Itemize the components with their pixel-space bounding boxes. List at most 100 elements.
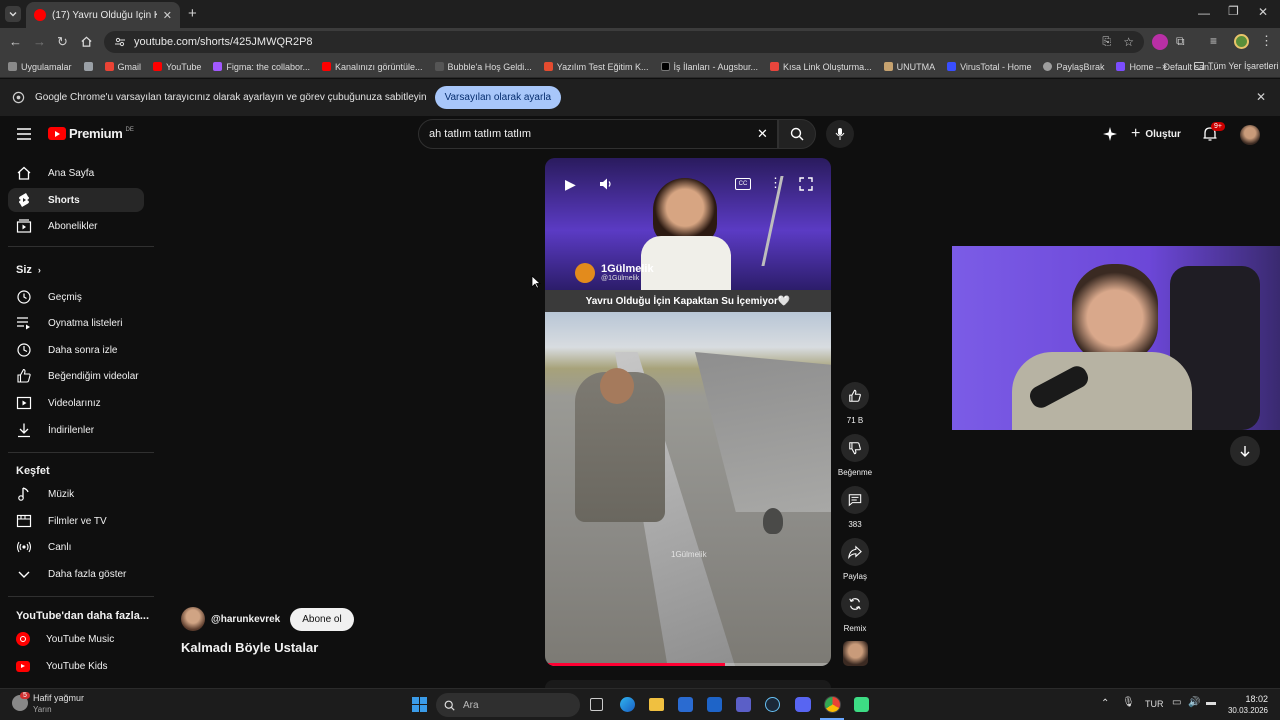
edge-icon[interactable] [620,697,635,712]
captions-icon[interactable]: CC [735,178,751,190]
progress-track[interactable] [545,663,831,666]
sidebar-show-more[interactable]: Daha fazla göster [8,562,144,586]
chevron-up-icon[interactable]: ⌃ [1101,698,1109,709]
sound-thumbnail[interactable] [843,641,868,666]
bookmark-item[interactable]: Bubble'a Hoş Geldi... [434,62,532,72]
store-icon[interactable] [678,697,693,712]
network-icon[interactable]: ▭ [1172,697,1181,708]
bookmark-item[interactable]: İş İlanları - Augsbur... [660,62,758,72]
window-close-icon[interactable]: ✕ [1258,5,1268,19]
notifications-button[interactable]: 9+ [1203,122,1225,145]
clock-time[interactable]: 18:02 [1230,694,1268,704]
infobar-close-icon[interactable]: ✕ [1256,90,1266,104]
bookmark-item[interactable]: Yazılım Test Eğitim K... [543,62,649,72]
close-icon[interactable]: ✕ [163,9,172,22]
fullscreen-button[interactable] [799,177,813,194]
media-control-icon[interactable]: ≡ [1210,34,1217,48]
like-button[interactable] [841,382,869,410]
dislike-button[interactable] [841,434,869,462]
discord-icon[interactable] [795,697,811,712]
shorts-player[interactable]: 1Gülmelik @1Gülmelik Yavru Olduğu İçin K… [545,158,831,666]
sidebar-item-live[interactable]: Canlı [8,535,144,559]
sidebar-item-home[interactable]: Ana Sayfa [8,161,144,185]
microphone-tray-icon[interactable]: 🎙 [1122,697,1135,708]
more-options-icon[interactable]: ⋮ [769,175,782,191]
menu-kebab-icon[interactable]: ⋮ [1260,33,1273,49]
extension-icon[interactable] [1152,34,1168,50]
share-button[interactable] [841,538,869,566]
bookmark-item[interactable]: Uygulamalar [8,62,72,72]
speaker-icon[interactable]: 🔊 [1188,697,1200,708]
account-avatar[interactable] [1240,125,1260,145]
bookmark-item[interactable]: Figma: the collabor... [213,62,310,72]
remix-button[interactable] [841,590,869,618]
create-button[interactable]: + Oluştur [1131,125,1181,143]
profile-avatar[interactable] [1234,34,1249,49]
sidebar-item-shorts[interactable]: Shorts [8,188,144,212]
taskbar-search[interactable]: Ara [436,693,580,717]
minimize-icon[interactable]: — [1198,6,1210,20]
bookmark-item[interactable]: UNUTMA [883,62,935,72]
subscribe-button[interactable]: Abone ol [290,607,354,631]
sidebar-item-downloads[interactable]: İndirilenler [8,418,144,442]
next-short-button[interactable] [1230,436,1260,466]
bookmark-item[interactable] [83,62,93,71]
comments-button[interactable] [841,486,869,514]
back-icon[interactable]: ← [9,34,22,49]
restore-icon[interactable]: ❐ [1228,4,1239,18]
sidebar-item-your-videos[interactable]: Videolarınız [8,391,144,415]
bookmark-item[interactable]: PaylaşBırak [1043,62,1104,72]
bookmark-item[interactable]: Gmail [104,62,141,72]
bookmark-item[interactable]: Kısa Link Oluşturma... [770,62,872,72]
bookmark-item[interactable]: YouTube [153,62,201,72]
bookmark-star-icon[interactable]: ☆ [1123,35,1134,49]
voice-search-button[interactable] [826,120,854,148]
clock-date[interactable]: 30.03.2026 [1226,706,1268,715]
extensions-puzzle-icon[interactable]: ⧉ [1176,34,1185,49]
volume-button[interactable] [599,177,613,194]
home-button[interactable] [80,35,93,51]
start-button[interactable] [412,697,427,712]
prev-short-title[interactable]: Kalmadı Böyle Ustalar [181,640,318,655]
channel-avatar[interactable] [181,607,205,631]
tab-search-button[interactable] [5,6,21,22]
search-button[interactable] [778,119,816,149]
youtube-logo[interactable]: Premium DE [48,126,134,141]
sidebar-item-liked-videos[interactable]: Beğendiğim videolar [8,364,144,388]
sidebar-item-films[interactable]: Filmler ve TV [8,509,144,533]
steam-icon[interactable] [765,697,780,712]
input-language[interactable]: TUR [1145,699,1164,709]
set-default-button[interactable]: Varsayılan olarak ayarla [434,86,562,109]
outlook-icon[interactable] [707,697,722,712]
sidebar-item-youtube-music[interactable]: YouTube Music [8,627,144,651]
gemini-button[interactable] [1103,127,1117,144]
bookmark-item[interactable]: VirusTotal - Home [947,62,1031,72]
android-app-icon[interactable] [854,697,869,712]
play-icon[interactable]: ▶ [565,176,576,193]
site-info-icon[interactable] [114,36,126,48]
chrome-taskbar-icon[interactable] [824,696,841,713]
bookmarks-overflow-button[interactable]: » [1162,61,1167,71]
reload-icon[interactable]: ↻ [57,34,68,50]
all-bookmarks-button[interactable]: Tüm Yer İşaretleri [1194,61,1279,71]
sidebar-item-music[interactable]: Müzik [8,482,144,506]
battery-icon[interactable]: ▬ [1206,697,1216,708]
file-explorer-icon[interactable] [649,698,664,711]
sidebar-item-playlists[interactable]: Oynatma listeleri [8,311,144,335]
sidebar-item-watch-later[interactable]: Daha sonra izle [8,338,144,362]
browser-tab-active[interactable]: (17) Yavru Olduğu İçin Kapaktan Su İçemi… [26,2,180,28]
new-tab-button[interactable]: + [188,5,197,22]
address-bar[interactable]: youtube.com/shorts/425JMWQR2P8 ⎘ ☆ [104,31,1144,53]
guide-menu-button[interactable] [17,128,31,143]
bookmark-item[interactable]: Kanalınızı görüntüle... [321,62,423,72]
task-view-icon[interactable] [590,698,603,711]
clear-search-icon[interactable]: ✕ [757,126,768,142]
channel-name[interactable]: @harunkevrek [211,614,280,625]
teams-icon[interactable] [736,697,751,712]
install-app-icon[interactable]: ⎘ [1102,36,1111,49]
sidebar-item-subscriptions[interactable]: Abonelikler [8,214,144,238]
sidebar-item-history[interactable]: Geçmiş [8,285,144,309]
search-input[interactable]: ah tatlım tatlım tatlım ✕ [418,119,778,149]
sidebar-item-youtube-kids[interactable]: YouTube Kids [8,654,144,678]
forward-icon[interactable]: → [33,34,46,49]
